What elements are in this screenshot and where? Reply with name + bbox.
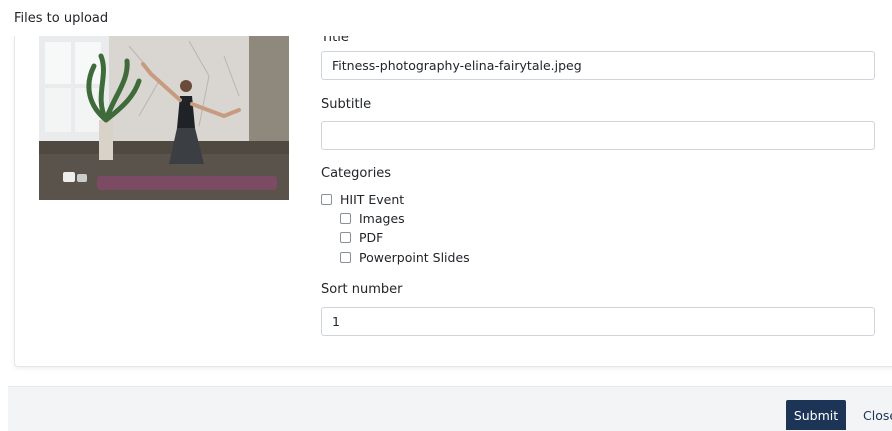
category-pdf-checkbox[interactable]	[340, 232, 351, 243]
image-preview	[39, 36, 289, 200]
upload-card: Title Subtitle Categories HIIT Event Ima…	[14, 36, 892, 367]
category-pdf-label: PDF	[359, 230, 384, 245]
category-powerpoint-slides-checkbox[interactable]	[340, 252, 351, 263]
categories-label: Categories	[321, 166, 392, 181]
title-label: Title	[321, 36, 349, 45]
category-images[interactable]: Images	[340, 211, 405, 226]
category-hiit-event-checkbox[interactable]	[321, 194, 332, 205]
category-powerpoint-slides-label: Powerpoint Slides	[359, 250, 470, 265]
subtitle-input[interactable]	[321, 121, 875, 150]
category-hiit-event-label: HIIT Event	[340, 192, 405, 207]
sort-number-label: Sort number	[321, 282, 403, 297]
submit-button[interactable]: Submit	[786, 400, 846, 430]
category-pdf[interactable]: PDF	[340, 230, 383, 245]
category-images-label: Images	[359, 211, 405, 226]
subtitle-label: Subtitle	[321, 97, 372, 112]
category-hiit-event[interactable]: HIIT Event	[321, 192, 404, 207]
close-button[interactable]: Close	[863, 400, 892, 430]
category-images-checkbox[interactable]	[340, 213, 351, 224]
page-title: Files to upload	[14, 11, 109, 26]
category-powerpoint-slides[interactable]: Powerpoint Slides	[340, 250, 470, 265]
sort-number-input[interactable]	[321, 307, 875, 336]
modal-footer	[8, 386, 892, 431]
title-input[interactable]	[321, 51, 875, 80]
